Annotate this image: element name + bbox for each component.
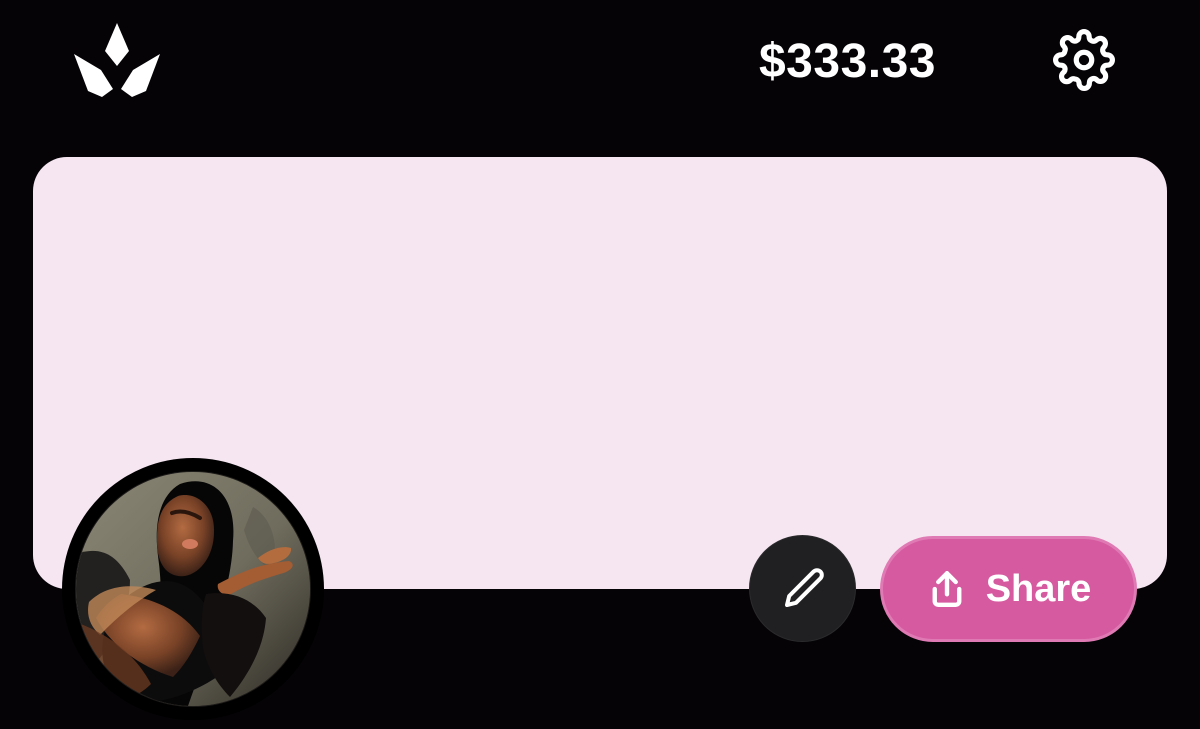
profile-photo <box>76 472 310 706</box>
share-label: Share <box>985 568 1092 610</box>
pencil-icon <box>784 567 824 607</box>
gear-icon <box>1053 29 1115 91</box>
share-upload-icon <box>932 571 962 607</box>
edit-profile-button[interactable] <box>749 535 856 642</box>
settings-button[interactable] <box>1050 26 1118 94</box>
share-button[interactable]: Share <box>880 536 1137 642</box>
crown-logo-icon <box>70 20 164 100</box>
avatar[interactable] <box>62 458 324 720</box>
profile-screen: $333.33 Share <box>0 0 1200 729</box>
wallet-balance: $333.33 <box>758 35 936 88</box>
